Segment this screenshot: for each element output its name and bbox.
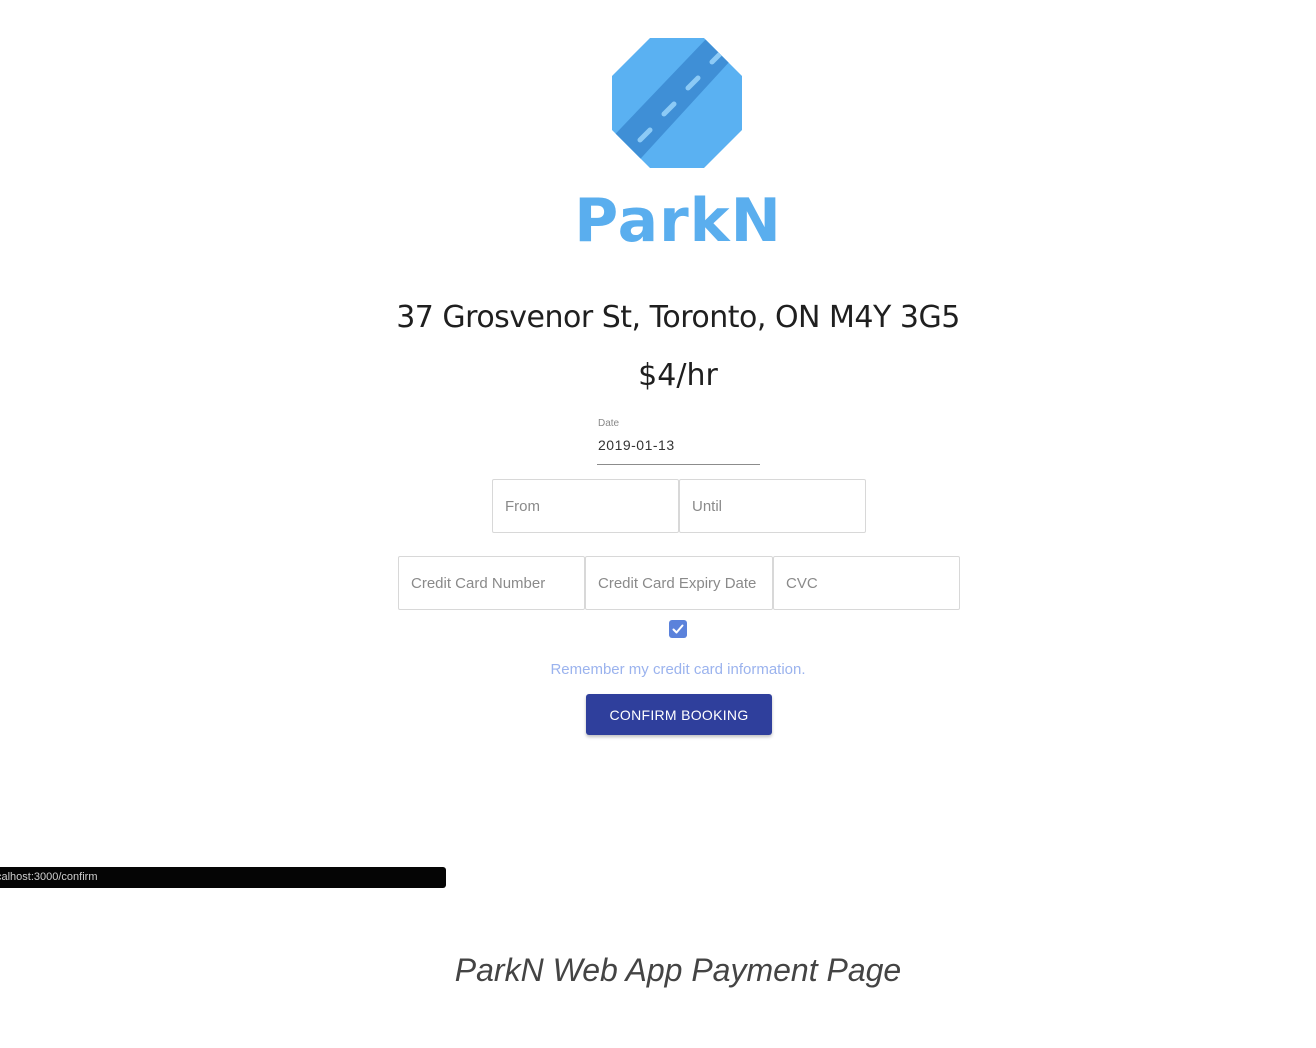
until-input[interactable] — [679, 479, 866, 533]
remember-card-label[interactable]: Remember my credit card information. — [0, 661, 1316, 678]
checkmark-icon — [672, 624, 684, 634]
credit-card-number-input[interactable] — [398, 556, 585, 610]
parkn-logo-icon — [612, 38, 742, 168]
date-label: Date — [598, 418, 620, 429]
remember-card-checkbox[interactable] — [669, 620, 687, 638]
browser-status-bar: calhost:3000/confirm — [0, 867, 446, 888]
date-field[interactable]: Date 2019-01-13 — [597, 418, 760, 465]
listing-address: 37 Grosvenor St, Toronto, ON M4Y 3G5 — [396, 300, 960, 335]
cvc-input[interactable] — [773, 556, 960, 610]
from-input[interactable] — [492, 479, 679, 533]
date-value[interactable]: 2019-01-13 — [598, 437, 675, 453]
brand-name: ParkN — [574, 186, 782, 256]
status-url: calhost:3000/confirm — [0, 871, 98, 883]
listing-price: $4/hr — [638, 358, 718, 393]
payment-page: ParkN 37 Grosvenor St, Toronto, ON M4Y 3… — [0, 0, 1316, 1048]
credit-card-expiry-input[interactable] — [585, 556, 773, 610]
confirm-booking-button[interactable]: CONFIRM BOOKING — [586, 694, 772, 735]
figure-caption: ParkN Web App Payment Page — [454, 952, 902, 988]
